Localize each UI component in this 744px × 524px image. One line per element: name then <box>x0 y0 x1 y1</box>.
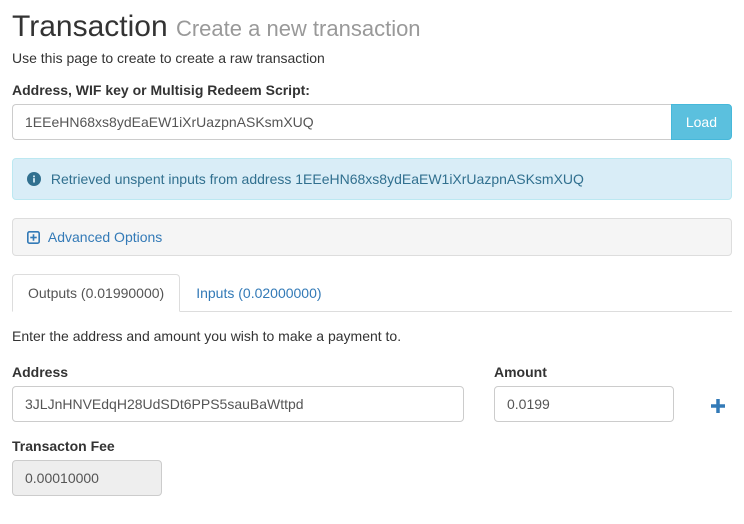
status-alert: Retrieved unspent inputs from address 1E… <box>12 158 732 200</box>
tabs: Outputs (0.01990000) Inputs (0.02000000) <box>12 274 732 312</box>
redeem-script-label: Address, WIF key or Multisig Redeem Scri… <box>12 82 732 98</box>
amount-label: Amount <box>494 364 674 380</box>
address-label: Address <box>12 364 464 380</box>
page-header: Transaction Create a new transaction Use… <box>12 10 732 66</box>
expand-icon <box>27 229 44 245</box>
page-subtitle: Create a new transaction <box>176 16 421 41</box>
redeem-script-input[interactable] <box>12 104 671 140</box>
advanced-options-label: Advanced Options <box>48 229 162 245</box>
output-address-input[interactable] <box>12 386 464 422</box>
output-row: Address Amount <box>12 348 732 422</box>
tab-inputs[interactable]: Inputs (0.02000000) <box>180 274 337 312</box>
load-button[interactable]: Load <box>671 104 732 140</box>
fee-input <box>12 460 162 496</box>
add-output-button[interactable] <box>711 398 725 416</box>
alert-text: Retrieved unspent inputs from address 1E… <box>51 171 584 187</box>
advanced-options-toggle[interactable]: Advanced Options <box>13 219 731 255</box>
redeem-script-input-group: Load <box>12 104 732 140</box>
fee-label: Transacton Fee <box>12 438 732 454</box>
output-amount-input[interactable] <box>494 386 674 422</box>
title-text: Transaction <box>12 10 168 43</box>
plus-icon <box>711 398 725 415</box>
page-title: Transaction Create a new transaction <box>12 10 421 43</box>
advanced-options-panel: Advanced Options <box>12 218 732 256</box>
info-icon <box>27 171 45 187</box>
tab-outputs[interactable]: Outputs (0.01990000) <box>12 274 180 312</box>
outputs-help-text: Enter the address and amount you wish to… <box>12 328 732 344</box>
page-description: Use this page to create to create a raw … <box>12 50 732 66</box>
